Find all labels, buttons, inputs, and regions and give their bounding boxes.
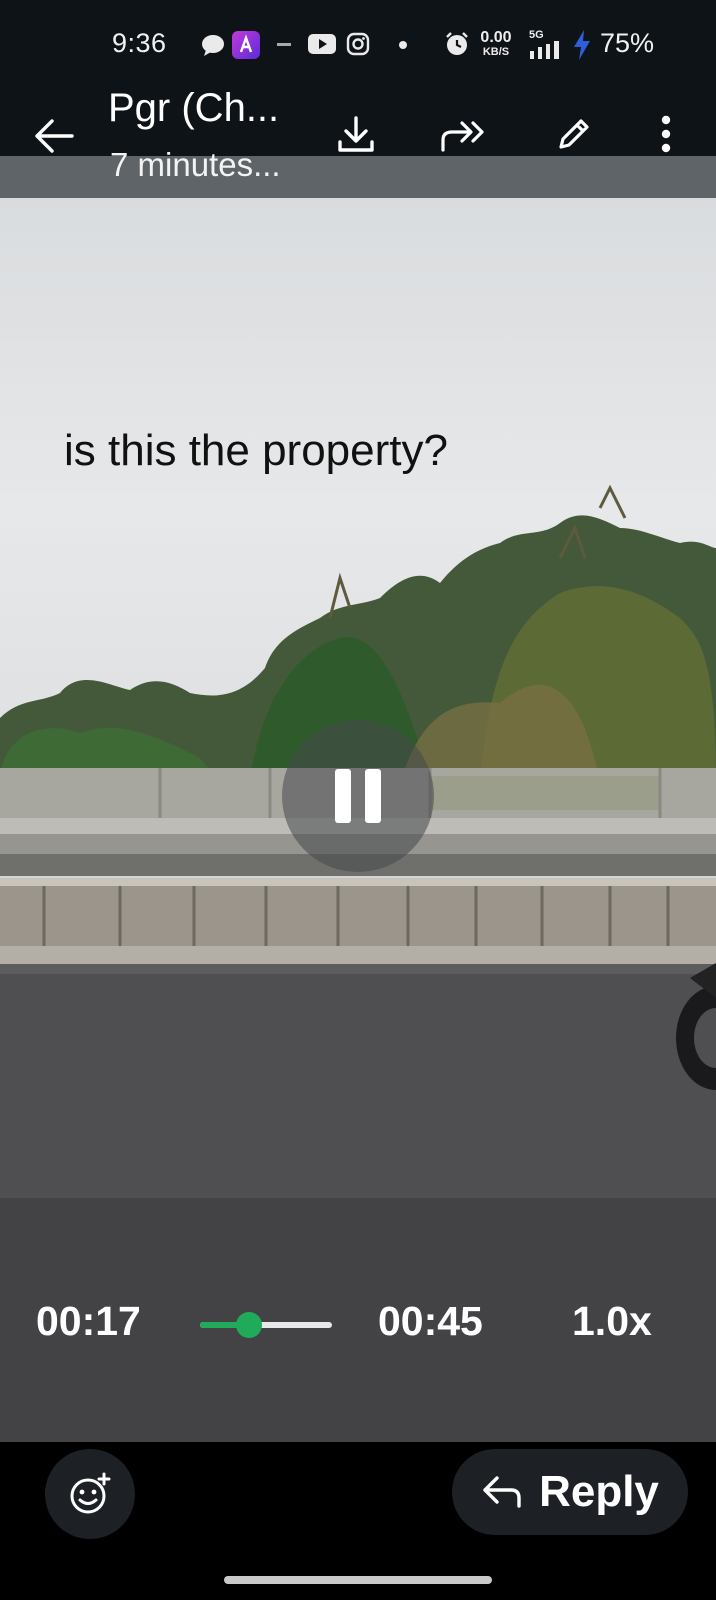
edit-icon [559,119,589,149]
home-indicator[interactable] [224,1576,492,1584]
download-button[interactable] [334,112,378,156]
reply-icon [483,1476,521,1508]
seek-bar[interactable] [200,1312,332,1338]
playback-speed-button[interactable]: 1.0x [572,1298,652,1345]
signal-icon: 5G [529,29,565,59]
video-caption: is this the property? [64,426,448,475]
forward-icon [441,121,484,152]
charging-icon [574,30,590,60]
download-icon [338,116,374,152]
status-bar: 9:36 0.00 KB/S 5G 75% [0,0,716,90]
battery-level: 75% [600,28,655,58]
playback-controls: 00:17 00:45 1.0x [0,1298,716,1358]
more-vert-icon [661,115,671,153]
seek-thumb[interactable] [235,1312,262,1338]
toolbar-band [0,156,716,198]
youtube-icon [308,34,336,54]
duration: 00:45 [378,1298,483,1344]
emoji-reaction-button[interactable] [45,1449,135,1539]
pause-button[interactable] [282,720,434,872]
more-options-button[interactable] [650,114,682,154]
app-icon [232,31,260,59]
dash-icon [277,43,291,46]
edit-button[interactable] [554,114,594,154]
network-speed: 0.00 KB/S [480,29,512,58]
current-time: 00:17 [36,1298,141,1344]
chat-bubble-icon [202,35,224,56]
chat-subtitle: 7 minutes... [110,146,281,183]
alarm-icon [446,32,468,55]
video-player[interactable]: is this the property? [0,198,716,1442]
back-arrow-icon [35,119,74,153]
status-time: 9:36 [112,28,167,58]
emoji-add-icon [70,1472,111,1514]
reply-label: Reply [539,1467,659,1516]
dot-icon [399,41,407,49]
instagram-icon [346,32,370,56]
reply-button[interactable]: Reply [452,1449,688,1535]
forward-button[interactable] [440,116,488,156]
chat-title[interactable]: Pgr (Ch... [108,86,279,131]
back-button[interactable] [30,112,78,160]
pause-icon [335,769,351,823]
